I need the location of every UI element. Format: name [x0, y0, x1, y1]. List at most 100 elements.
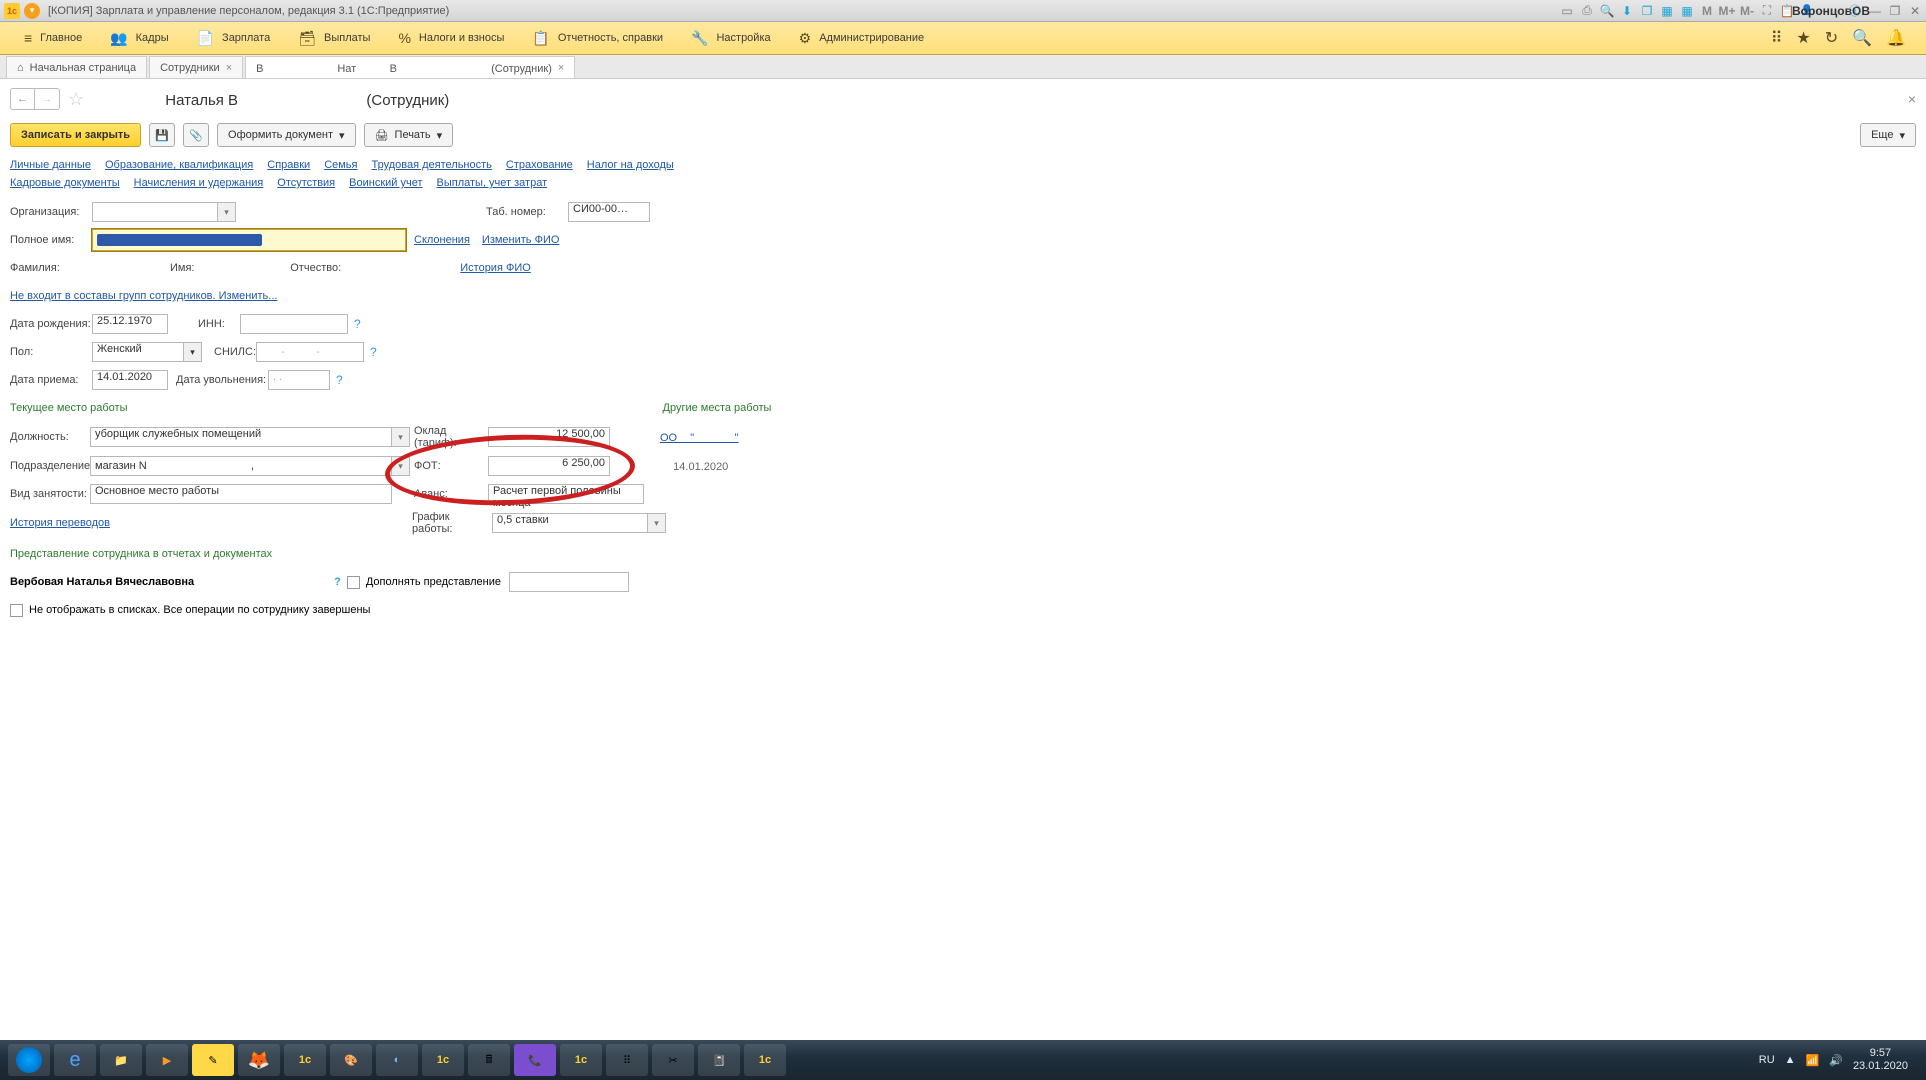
user-name[interactable]: ВоронцовОВ [1824, 4, 1838, 18]
menu-reports[interactable]: 📋Отчетность, справки [518, 22, 677, 54]
dropdown-icon[interactable]: ▾ [24, 3, 40, 19]
subtab-insurance[interactable]: Страхование [506, 159, 573, 171]
print-button[interactable]: 🖨Печать▾ [364, 123, 454, 147]
taskbar-app1[interactable]: ✎ [192, 1044, 234, 1076]
sex-select[interactable]: Женский [92, 342, 184, 362]
lang-indicator[interactable]: RU [1759, 1054, 1775, 1066]
download-icon[interactable]: ⬇ [1620, 4, 1634, 18]
hide-in-lists-checkbox[interactable] [10, 604, 23, 617]
tab-employees[interactable]: Сотрудники × [149, 56, 243, 78]
tray-flag-icon[interactable]: ▲ [1785, 1054, 1796, 1066]
taskbar-paint[interactable]: 🎨 [330, 1044, 372, 1076]
close-panel-icon[interactable]: × [1908, 91, 1916, 107]
info-icon[interactable]: ⓘ [1848, 4, 1862, 18]
restore-icon[interactable]: ❐ [1888, 4, 1902, 18]
dept-input[interactable]: магазин N ᅠᅠᅠᅠᅠᅠᅠᅠᅠᅠ, [90, 456, 392, 476]
taskbar-ie[interactable]: e [54, 1044, 96, 1076]
menu-taxes[interactable]: %Налоги и взносы [384, 22, 518, 54]
more-button[interactable]: Еще▾ [1860, 123, 1916, 147]
snils-help-icon[interactable]: ? [370, 345, 377, 359]
m-icon[interactable]: M [1700, 4, 1714, 18]
close-icon[interactable]: × [226, 62, 232, 74]
schedule-select-button[interactable]: ▾ [648, 513, 666, 533]
taskbar-calc[interactable]: 🖩 [468, 1044, 510, 1076]
taskbar-1c-1[interactable]: 1c [284, 1044, 326, 1076]
taskbar-app2[interactable]: ◐ [376, 1044, 418, 1076]
nav-back-button[interactable]: ← [11, 89, 35, 109]
save-button[interactable]: 💾 [149, 123, 175, 147]
representation-input[interactable] [509, 572, 629, 592]
sex-dropdown-button[interactable]: ▾ [184, 342, 202, 362]
taskbar-firefox[interactable]: 🦊 [238, 1044, 280, 1076]
taskbar-app4[interactable]: ✂ [652, 1044, 694, 1076]
tray-network-icon[interactable]: 📶 [1806, 1054, 1820, 1067]
menu-payments[interactable]: 🗃Выплаты [284, 22, 384, 54]
schedule-icon[interactable]: ▦ [1680, 4, 1694, 18]
save-and-close-button[interactable]: Записать и закрыть [10, 123, 141, 147]
subtab-personal[interactable]: Личные данные [10, 159, 91, 171]
edit-fio-link[interactable]: Изменить ФИО [482, 234, 560, 246]
taskbar-explorer[interactable]: 📁 [100, 1044, 142, 1076]
search-icon[interactable]: 🔍 [1852, 28, 1872, 48]
tab-home[interactable]: ⌂ Начальная страница [6, 56, 147, 78]
transfer-history-link[interactable]: История переводов [10, 517, 110, 529]
create-document-button[interactable]: Оформить документ▾ [217, 123, 356, 147]
favorite-star-icon[interactable]: ☆ [68, 89, 84, 110]
subtab-work[interactable]: Трудовая деятельность [372, 159, 492, 171]
org-input[interactable]: ᅠᅠᅠᅠᅠ [92, 202, 218, 222]
taskbar-1c-2[interactable]: 1c [422, 1044, 464, 1076]
calendar-icon[interactable]: ▦ [1660, 4, 1674, 18]
inn-help-icon[interactable]: ? [354, 317, 361, 331]
history-icon[interactable]: ↻ [1825, 28, 1838, 48]
snils-input[interactable]: ᅠᅠ-ᅠᅠᅠ-ᅠᅠᅠ ᅠᅠ [256, 342, 364, 362]
subtab-military[interactable]: Воинский учет [349, 177, 422, 189]
print-icon[interactable]: ⎙ [1580, 4, 1594, 18]
fire-help-icon[interactable]: ? [336, 373, 343, 387]
repr-help-icon[interactable]: ? [334, 576, 341, 588]
taskbar-viber[interactable]: 📞 [514, 1044, 556, 1076]
add-representation-checkbox[interactable] [347, 576, 360, 589]
subtab-accruals[interactable]: Начисления и удержания [134, 177, 264, 189]
fot-input[interactable]: 6 250,00 [488, 456, 610, 476]
taskbar-clock[interactable]: 9:57 23.01.2020 [1853, 1047, 1908, 1073]
subtab-tax[interactable]: Налог на доходы [587, 159, 674, 171]
subtab-certs[interactable]: Справки [267, 159, 310, 171]
subtab-payroll[interactable]: Выплаты, учет затрат [437, 177, 548, 189]
close-icon[interactable]: × [558, 62, 564, 74]
copy-icon[interactable]: ❐ [1640, 4, 1654, 18]
minimize-icon[interactable]: — [1868, 4, 1882, 18]
star-icon[interactable]: ★ [1796, 28, 1810, 48]
position-select-button[interactable]: ▾ [392, 427, 410, 447]
dept-select-button[interactable]: ▾ [392, 456, 410, 476]
menu-settings[interactable]: 🔧Настройка [677, 22, 785, 54]
taskbar-media[interactable]: ▶ [146, 1044, 188, 1076]
tray-volume-icon[interactable]: 🔊 [1829, 1054, 1843, 1067]
fire-input[interactable]: . . [268, 370, 330, 390]
fullscreen-icon[interactable]: ⛶ [1760, 4, 1774, 18]
subtab-family[interactable]: Семья [324, 159, 357, 171]
taskbar-1c-4[interactable]: 1c [744, 1044, 786, 1076]
m-minus-icon[interactable]: M- [1740, 4, 1754, 18]
menu-salary[interactable]: 📄Зарплата [183, 22, 285, 54]
m-plus-icon[interactable]: M+ [1720, 4, 1734, 18]
layout-icon[interactable]: ▭ [1560, 4, 1574, 18]
taskbar-notes[interactable]: 📓 [698, 1044, 740, 1076]
advance-input[interactable]: Расчет первой половины месяца [488, 484, 644, 504]
tabno-input[interactable]: СИ00-00… [568, 202, 650, 222]
fullname-input[interactable] [92, 229, 406, 251]
hire-input[interactable]: 14.01.2020 [92, 370, 168, 390]
close-icon[interactable]: ✕ [1908, 4, 1922, 18]
nav-forward-button[interactable]: → [35, 89, 59, 109]
other-org-link[interactable]: ООᅠ "ᅠᅠᅠᅠ" [660, 429, 739, 445]
tab-employee-card[interactable]: Вᅠᅠᅠᅠᅠᅠᅠ Натᅠᅠᅠ Вᅠᅠᅠᅠᅠᅠᅠᅠᅠ (Сотрудник) × [245, 56, 575, 78]
taskbar-1c-3[interactable]: 1c [560, 1044, 602, 1076]
apps-icon[interactable]: ⠿ [1771, 28, 1783, 48]
group-membership-link[interactable]: Не входит в составы групп сотрудников. И… [10, 290, 277, 302]
menu-main[interactable]: ≡Главное [10, 22, 96, 54]
menu-staff[interactable]: 👥Кадры [96, 22, 182, 54]
attach-button[interactable]: 📎 [183, 123, 209, 147]
inn-input[interactable]: ᅠᅠᅠᅠᅠᅠᅠᅠ [240, 314, 348, 334]
history-fio-link[interactable]: История ФИО [460, 262, 531, 274]
subtab-education[interactable]: Образование, квалификация [105, 159, 253, 171]
subtab-hr-docs[interactable]: Кадровые документы [10, 177, 120, 189]
